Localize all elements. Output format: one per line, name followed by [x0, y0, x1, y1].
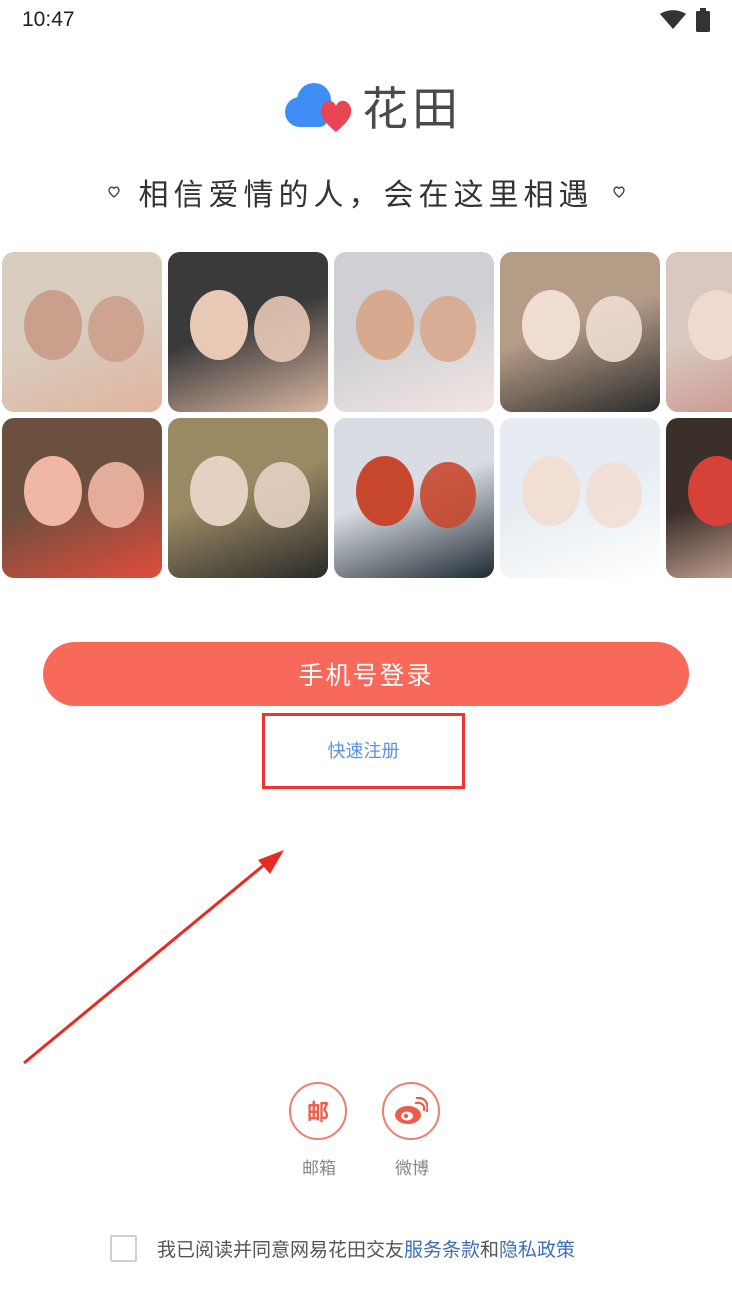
couple-photo [666, 418, 732, 578]
weibo-login[interactable]: 微博 [382, 1082, 442, 1179]
agreement-conjunction: 和 [480, 1238, 500, 1261]
person-face [190, 290, 248, 360]
app-logo: 花田 [284, 76, 462, 136]
agreement-prefix: 我已阅读并同意网易花田交友 [157, 1238, 405, 1261]
tagline: 相信爱情的人，会在这里相遇 [0, 170, 732, 214]
tagline-text: 相信爱情的人，会在这里相遇 [138, 178, 594, 213]
mail-login-button[interactable]: 邮 [289, 1082, 347, 1140]
battery-icon [696, 8, 710, 32]
mail-icon: 邮 [306, 1100, 329, 1126]
phone-login-button[interactable]: 手机号登录 [43, 642, 689, 706]
person-face [356, 290, 414, 360]
person-face [522, 456, 580, 526]
person-face [254, 296, 310, 362]
person-face [356, 456, 414, 526]
person-face [586, 462, 642, 528]
couple-photo [500, 418, 660, 578]
status-icons [660, 8, 710, 32]
privacy-link[interactable]: 隐私政策 [499, 1235, 575, 1262]
couple-photo [2, 418, 162, 578]
terms-link[interactable]: 服务条款 [404, 1235, 480, 1262]
couple-photo [168, 418, 328, 578]
annotation-arrow-icon [23, 850, 284, 1065]
person-face [88, 296, 144, 362]
weibo-login-label: 微博 [395, 1159, 429, 1179]
person-face [420, 296, 476, 362]
status-bar: 10:47 [0, 0, 732, 40]
heart-cloud-logo-icon [285, 83, 352, 132]
quick-register-link[interactable]: 快速注册 [262, 737, 465, 763]
couple-photo [334, 418, 494, 578]
mail-login[interactable]: 邮 邮箱 [289, 1082, 349, 1179]
agreement-row: 我已阅读并同意网易花田交友 服务条款 和 隐私政策 [110, 1233, 575, 1263]
person-face [88, 462, 144, 528]
person-face [586, 296, 642, 362]
brand-name: 花田 [362, 82, 462, 136]
person-face [688, 456, 732, 526]
person-face [254, 462, 310, 528]
couple-photo [666, 252, 732, 412]
couple-photo-grid [2, 252, 732, 580]
agreement-checkbox[interactable] [110, 1234, 137, 1262]
couple-photo [168, 252, 328, 412]
person-face [688, 290, 732, 360]
person-face [420, 462, 476, 528]
status-time: 10:47 [22, 8, 75, 31]
heart-icon [612, 186, 625, 198]
phone-login-label: 手机号登录 [298, 661, 434, 690]
mail-login-label: 邮箱 [302, 1159, 336, 1179]
heart-icon [107, 186, 120, 198]
couple-photo [500, 252, 660, 412]
person-face [522, 290, 580, 360]
person-face [24, 456, 82, 526]
weibo-icon [395, 1097, 428, 1124]
wifi-icon [660, 10, 686, 29]
person-face [190, 456, 248, 526]
weibo-login-button[interactable] [382, 1082, 440, 1140]
couple-photo [2, 252, 162, 412]
couple-photo [334, 252, 494, 412]
person-face [24, 290, 82, 360]
